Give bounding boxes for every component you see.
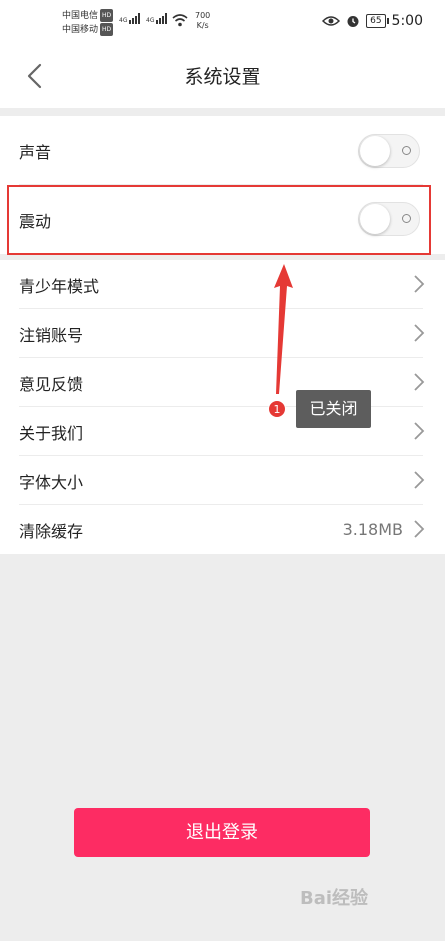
menu-label: 字体大小 [19,472,84,492]
page-title: 系统设置 [184,66,261,88]
chevron-right-icon [414,275,425,293]
eye-icon [322,16,341,26]
sound-toggle[interactable] [358,134,420,168]
menu-item-cancel-account[interactable]: 注销账号 [0,309,445,358]
annotation-badge: 1 [268,400,286,418]
logout-button[interactable]: 退出登录 [74,808,370,857]
speed-value: 700 [195,11,211,20]
chevron-right-icon [414,324,425,342]
cache-size: 3.18MB [342,520,403,539]
chevron-right-icon [414,520,425,538]
wifi-icon [172,14,188,27]
clock: 5:00 [391,13,423,29]
chevron-right-icon [414,422,425,440]
watermark: Bai经验 [300,884,368,910]
signal-icon: 4G [146,13,168,24]
signal-icon: 4G [119,13,141,24]
menu-label: 关于我们 [19,423,84,443]
highlight-box [7,185,431,255]
chevron-right-icon [414,373,425,391]
menu-item-about-us[interactable]: 关于我们 [0,407,445,456]
carrier-2: 中国移动 [62,25,99,35]
toggle-off-indicator [402,146,411,155]
chevron-right-icon [414,471,425,489]
arrow-icon [274,264,293,394]
status-bar: 中国电信 HD 中国移动 HD 4G 4G 700 K/s 65 5:00 [0,0,445,44]
annotation-tooltip: 已关闭 [296,390,371,428]
network-speed: 700 K/s [195,11,210,31]
carrier-info: 中国电信 HD 中国移动 HD [62,9,114,37]
header: 系统设置 [0,44,445,108]
hd-badge: HD [100,23,114,36]
setting-label: 声音 [19,142,52,162]
carrier-1: 中国电信 [62,11,99,21]
menu-label: 意见反馈 [19,374,84,394]
network-type: 4G [119,17,128,24]
alarm-icon [347,16,359,27]
hd-badge: HD [100,9,114,22]
menu-item-clear-cache[interactable]: 清除缓存 3.18MB [0,505,445,554]
menu-label: 青少年模式 [19,276,100,296]
setting-row-sound: 声音 [0,116,445,185]
menu-group: 青少年模式 注销账号 意见反馈 关于我们 字体大小 清除缓存 3.18MB [0,260,445,554]
watermark-text: Bai经验 [300,888,369,909]
menu-label: 注销账号 [19,325,84,345]
menu-label: 清除缓存 [19,521,84,541]
status-right: 65 5:00 [322,13,423,29]
menu-item-teen-mode[interactable]: 青少年模式 [0,260,445,309]
toggle-knob [360,136,390,166]
speed-unit: K/s [196,21,209,30]
battery-icon: 65 [366,14,390,28]
menu-item-feedback[interactable]: 意见反馈 [0,358,445,407]
menu-item-font-size[interactable]: 字体大小 [0,456,445,505]
network-type: 4G [146,17,155,24]
